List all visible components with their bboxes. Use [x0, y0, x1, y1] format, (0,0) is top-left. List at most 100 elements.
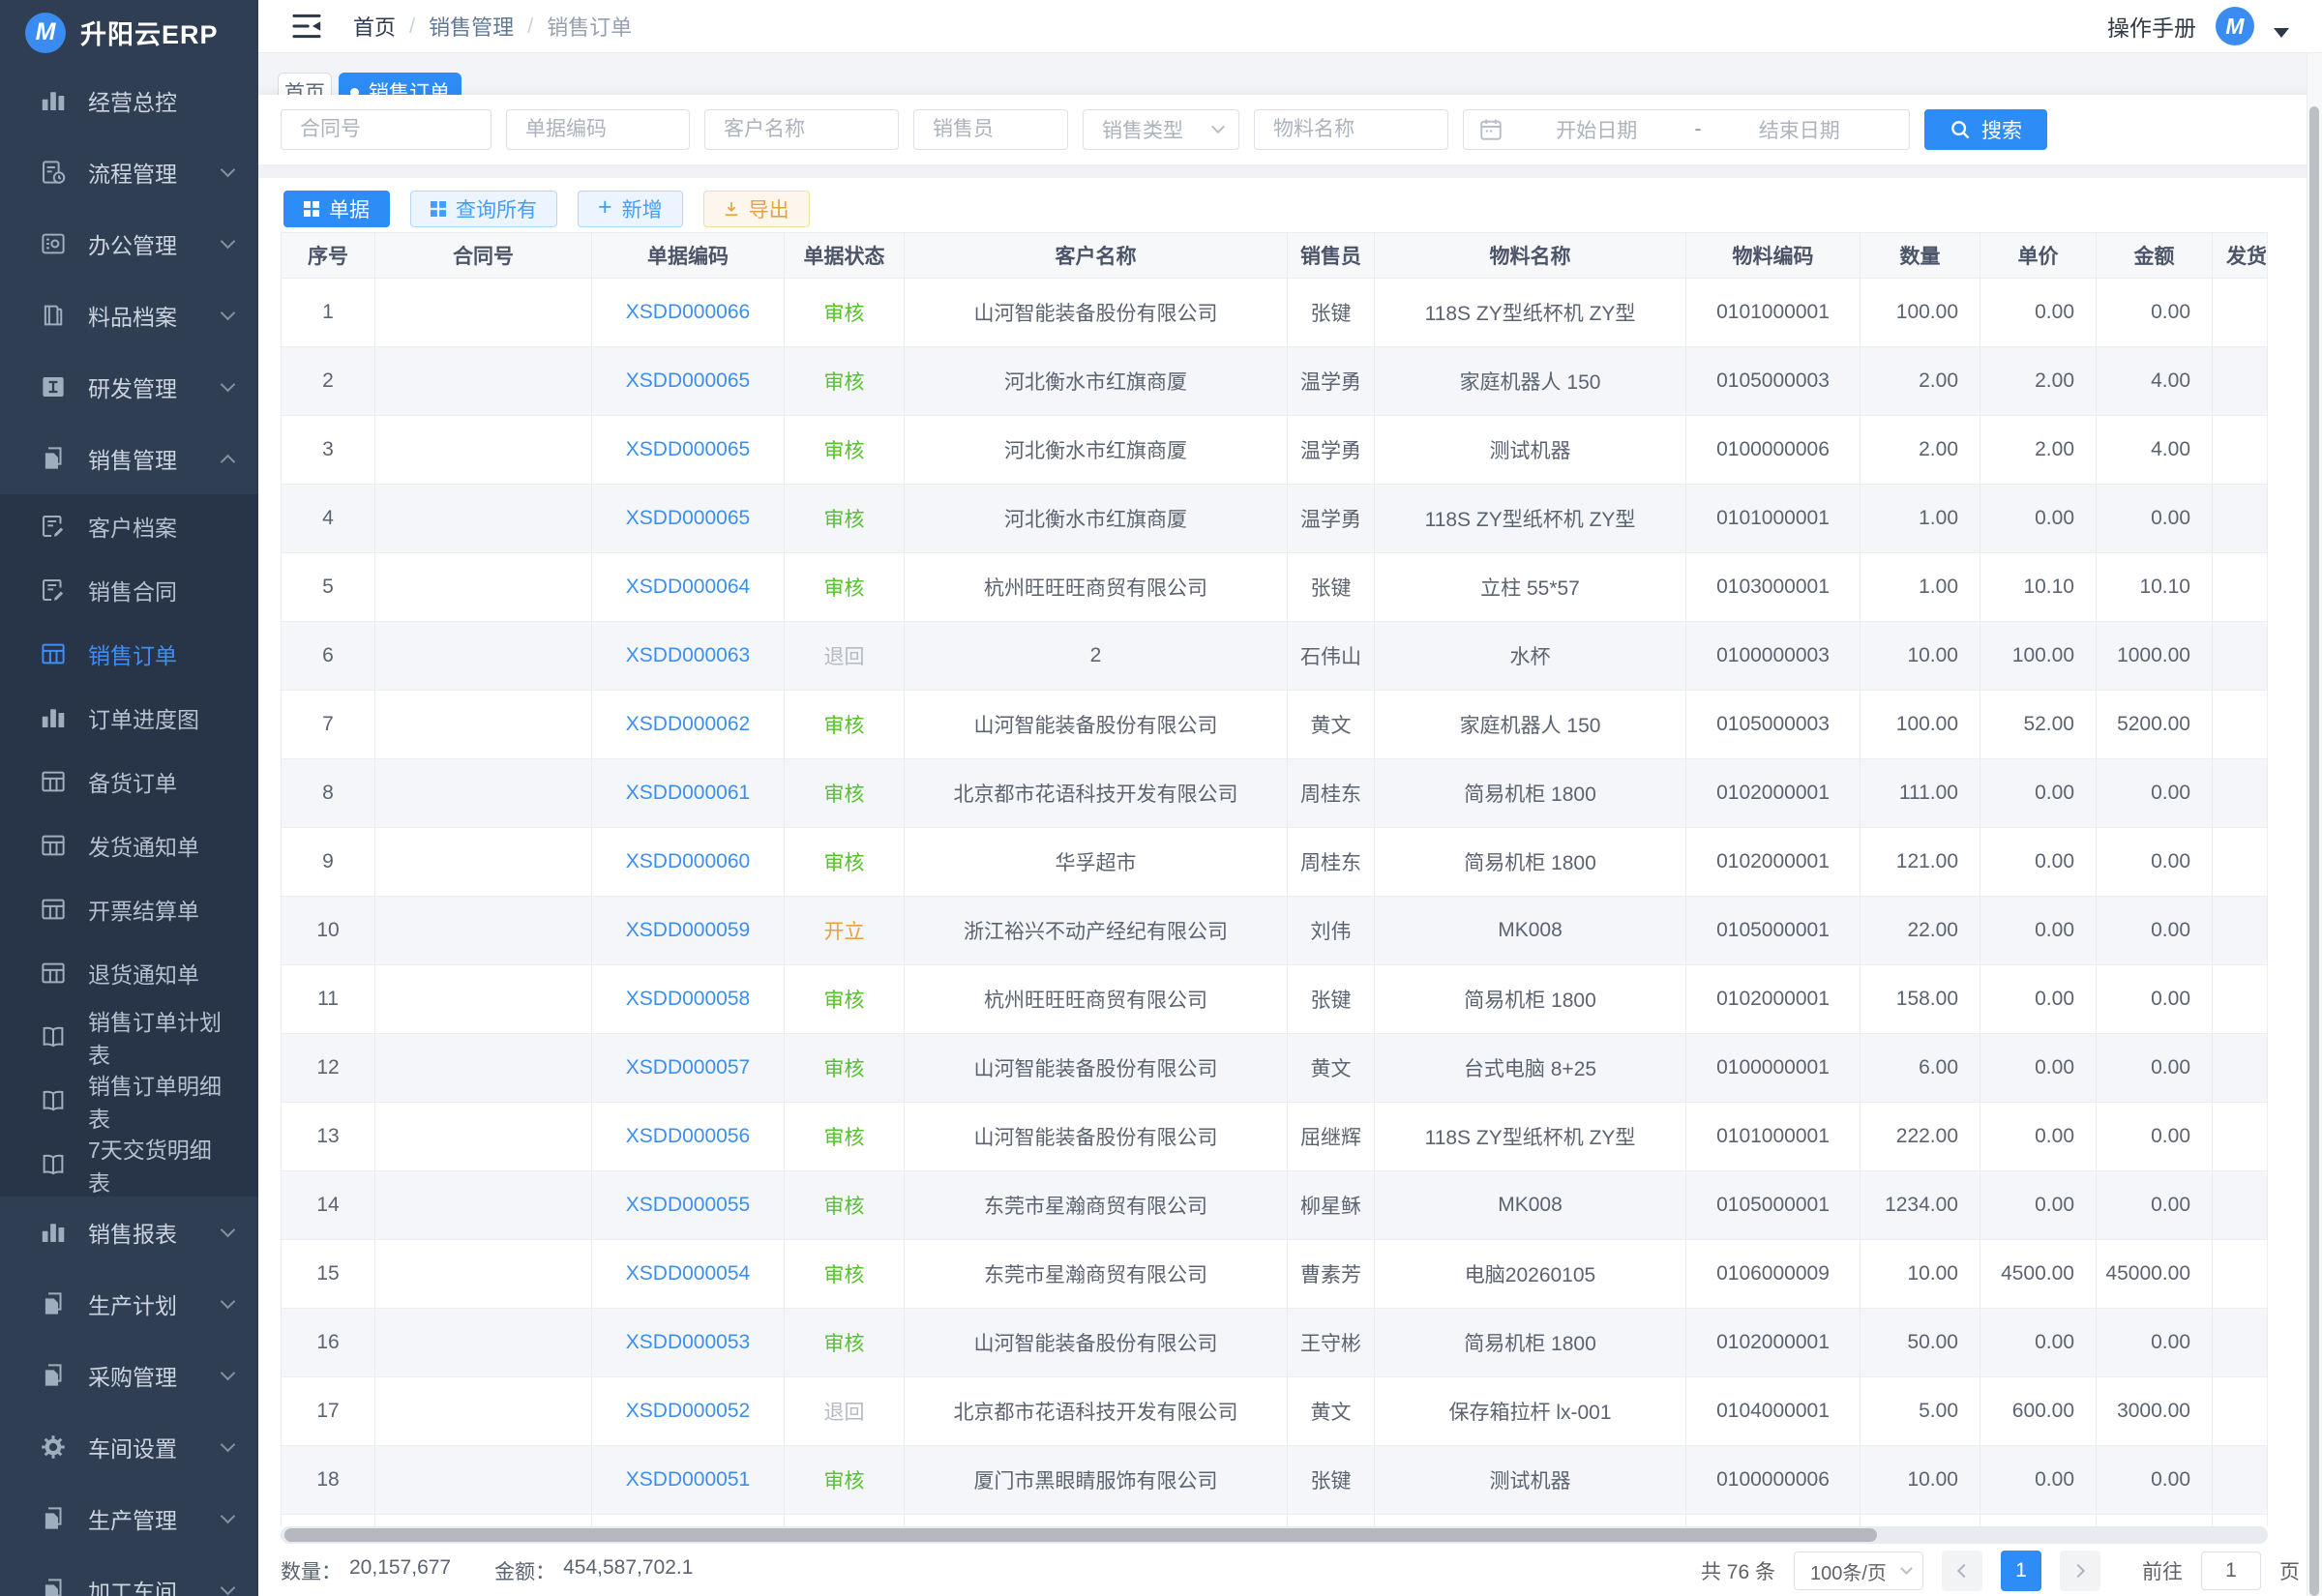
orders-table: 序号合同号单据编码单据状态客户名称销售员物料名称物料编码数量单价金额发货 1XS… [281, 232, 2268, 1526]
table-row: 14XSDD000055审核东莞市星瀚商贸有限公司柳星稣MK0080105000… [282, 1171, 2267, 1240]
sidebar-item-stock-prep-order[interactable]: 备货订单 [0, 750, 258, 813]
cell-ship [2213, 279, 2268, 346]
customer-name-input[interactable] [704, 109, 899, 150]
sidebar-item-shipping-notice[interactable]: 发货通知单 [0, 813, 258, 877]
table-horizontal-scrollbar[interactable] [284, 1528, 1877, 1542]
sidebar-item-order-progress[interactable]: 订单进度图 [0, 686, 258, 750]
query-all-button[interactable]: 查询所有 [410, 191, 557, 227]
summary-amount: 金额： 454,587,702.1 [494, 1556, 693, 1585]
cell-qty: 111.00 [1861, 759, 1980, 827]
sidebar-item-office-mgmt[interactable]: 办公管理 [0, 208, 258, 280]
doc-code-link[interactable]: XSDD000053 [626, 1331, 750, 1354]
doc-code-link[interactable]: XSDD000054 [626, 1262, 750, 1286]
sidebar-item-process-mgmt[interactable]: 流程管理 [0, 136, 258, 208]
goto-page-input[interactable] [2201, 1552, 2261, 1590]
sidebar-item-delivery-7day-detail[interactable]: 7天交货明细表 [0, 1133, 258, 1197]
next-page-button[interactable] [2060, 1551, 2100, 1591]
cell-contract [375, 897, 592, 964]
material-name-input[interactable] [1254, 109, 1448, 150]
cell-price: 100.00 [1980, 622, 2097, 690]
add-button[interactable]: + 新增 [578, 191, 683, 227]
sidebar-item-workshop-settings[interactable]: 车间设置 [0, 1411, 258, 1483]
page-scrollbar[interactable] [2309, 106, 2319, 1596]
cell-ship [2213, 1103, 2268, 1170]
doc-code-link[interactable]: XSDD000062 [626, 713, 750, 736]
doc-code-link[interactable]: XSDD000066 [626, 301, 750, 324]
cell-qty: 6.00 [1861, 1034, 1980, 1102]
doc-code-link[interactable]: XSDD000056 [626, 1125, 750, 1148]
search-button[interactable]: 搜索 [1924, 109, 2047, 150]
pages-icon [39, 1361, 68, 1390]
docs-button[interactable]: 单据 [283, 191, 390, 227]
sidebar-item-sales-mgmt[interactable]: 销售管理 [0, 423, 258, 494]
sidebar-item-return-notice[interactable]: 退货通知单 [0, 941, 258, 1005]
chevron-down-icon [221, 162, 236, 177]
sidebar-item-production-plan[interactable]: 生产计划 [0, 1268, 258, 1340]
sidebar-item-customer-archive[interactable]: 客户档案 [0, 494, 258, 558]
doc-code-link[interactable]: XSDD000063 [626, 644, 750, 667]
sidebar-item-label: 加工车间 [88, 1574, 177, 1596]
sidebar-item-production-mgmt[interactable]: 生产管理 [0, 1483, 258, 1554]
sidebar-item-purchase-mgmt[interactable]: 采购管理 [0, 1340, 258, 1411]
cell-index: 1 [282, 279, 375, 346]
cell-material: 保存箱拉杆 lx-001 [1375, 1377, 1686, 1445]
cell-qty: 10.00 [1861, 1446, 1980, 1514]
doc-code-link[interactable]: XSDD000065 [626, 369, 750, 393]
doc-code-link[interactable]: XSDD000051 [626, 1468, 750, 1492]
export-button[interactable]: 导出 [703, 191, 810, 227]
cell-status: 审核 [785, 553, 905, 621]
doc-code-link[interactable]: XSDD000059 [626, 919, 750, 942]
breadcrumb-sales-mgmt[interactable]: 销售管理 [429, 11, 514, 42]
cell-price: 10.10 [1980, 553, 2097, 621]
contract-no-input[interactable] [281, 109, 491, 150]
sidebar-item-processing-workshop[interactable]: 加工车间 [0, 1554, 258, 1596]
cell-material: 水杯 [1375, 622, 1686, 690]
doc-code-link[interactable]: XSDD000065 [626, 438, 750, 461]
breadcrumb-home[interactable]: 首页 [353, 11, 396, 42]
doc-code-link[interactable]: XSDD000057 [626, 1056, 750, 1079]
sidebar-item-invoice-settlement[interactable]: 开票结算单 [0, 877, 258, 941]
manual-link[interactable]: 操作手册 [2107, 10, 2196, 43]
sidebar-item-sales-order-detail[interactable]: 销售订单明细表 [0, 1069, 258, 1133]
doc-code-link[interactable]: XSDD000061 [626, 782, 750, 805]
cell-amount: 0.00 [2097, 1446, 2213, 1514]
doc-code-link[interactable]: XSDD000060 [626, 850, 750, 873]
cell-ship [2213, 691, 2268, 758]
cell-amount: 0.00 [2097, 1309, 2213, 1376]
start-date[interactable]: 开始日期 [1503, 115, 1691, 144]
cell-code: XSDD000057 [592, 1034, 785, 1102]
sidebar-item-label: 销售管理 [88, 442, 177, 475]
cell-salesman: 屈继辉 [1288, 1103, 1375, 1170]
date-range-picker[interactable]: 开始日期 - 结束日期 [1463, 109, 1910, 150]
doc-code-link[interactable]: XSDD000058 [626, 988, 750, 1011]
user-avatar[interactable]: M [2216, 7, 2254, 45]
doc-code-link[interactable]: XSDD000065 [626, 507, 750, 530]
sidebar-item-sales-report[interactable]: 销售报表 [0, 1197, 258, 1268]
sidebar-item-rd-mgmt[interactable]: 研发管理 [0, 351, 258, 423]
sidebar-item-business-overview[interactable]: 经营总控 [0, 65, 258, 136]
collapse-sidebar-button[interactable] [291, 14, 322, 39]
doc-code-link[interactable]: XSDD000064 [626, 576, 750, 599]
cell-index: 5 [282, 553, 375, 621]
page-1-button[interactable]: 1 [2001, 1551, 2041, 1591]
doc-code-link[interactable]: XSDD000052 [626, 1400, 750, 1423]
avatar-dropdown-caret[interactable] [2274, 28, 2289, 38]
sidebar-item-sales-order-plan[interactable]: 销售订单计划表 [0, 1005, 258, 1069]
tab-home[interactable]: 首页 [278, 73, 332, 95]
tab-sales-order[interactable]: 销售订单 [339, 73, 461, 95]
sales-type-select[interactable]: 销售类型 [1083, 109, 1239, 150]
cell-ship [2213, 553, 2268, 621]
table-row: 9XSDD000060审核华孚超市周桂东简易机柜 180001020000011… [282, 828, 2267, 897]
status-badge: 审核 [824, 573, 865, 602]
salesman-input[interactable] [913, 109, 1068, 150]
doc-code-input[interactable] [506, 109, 690, 150]
page-size-select[interactable]: 100条/页 [1794, 1552, 1923, 1590]
sidebar-item-material-archive[interactable]: 料品档案 [0, 280, 258, 351]
sidebar-item-sales-order[interactable]: 销售订单 [0, 622, 258, 686]
prev-page-button[interactable] [1942, 1551, 1982, 1591]
end-date[interactable]: 结束日期 [1706, 115, 1894, 144]
cell-material: 118S ZY型纸杯机 ZY型 [1375, 1103, 1686, 1170]
sidebar-item-sales-contract[interactable]: 销售合同 [0, 558, 258, 622]
cell-amount: 1000.00 [2097, 622, 2213, 690]
doc-code-link[interactable]: XSDD000055 [626, 1194, 750, 1217]
